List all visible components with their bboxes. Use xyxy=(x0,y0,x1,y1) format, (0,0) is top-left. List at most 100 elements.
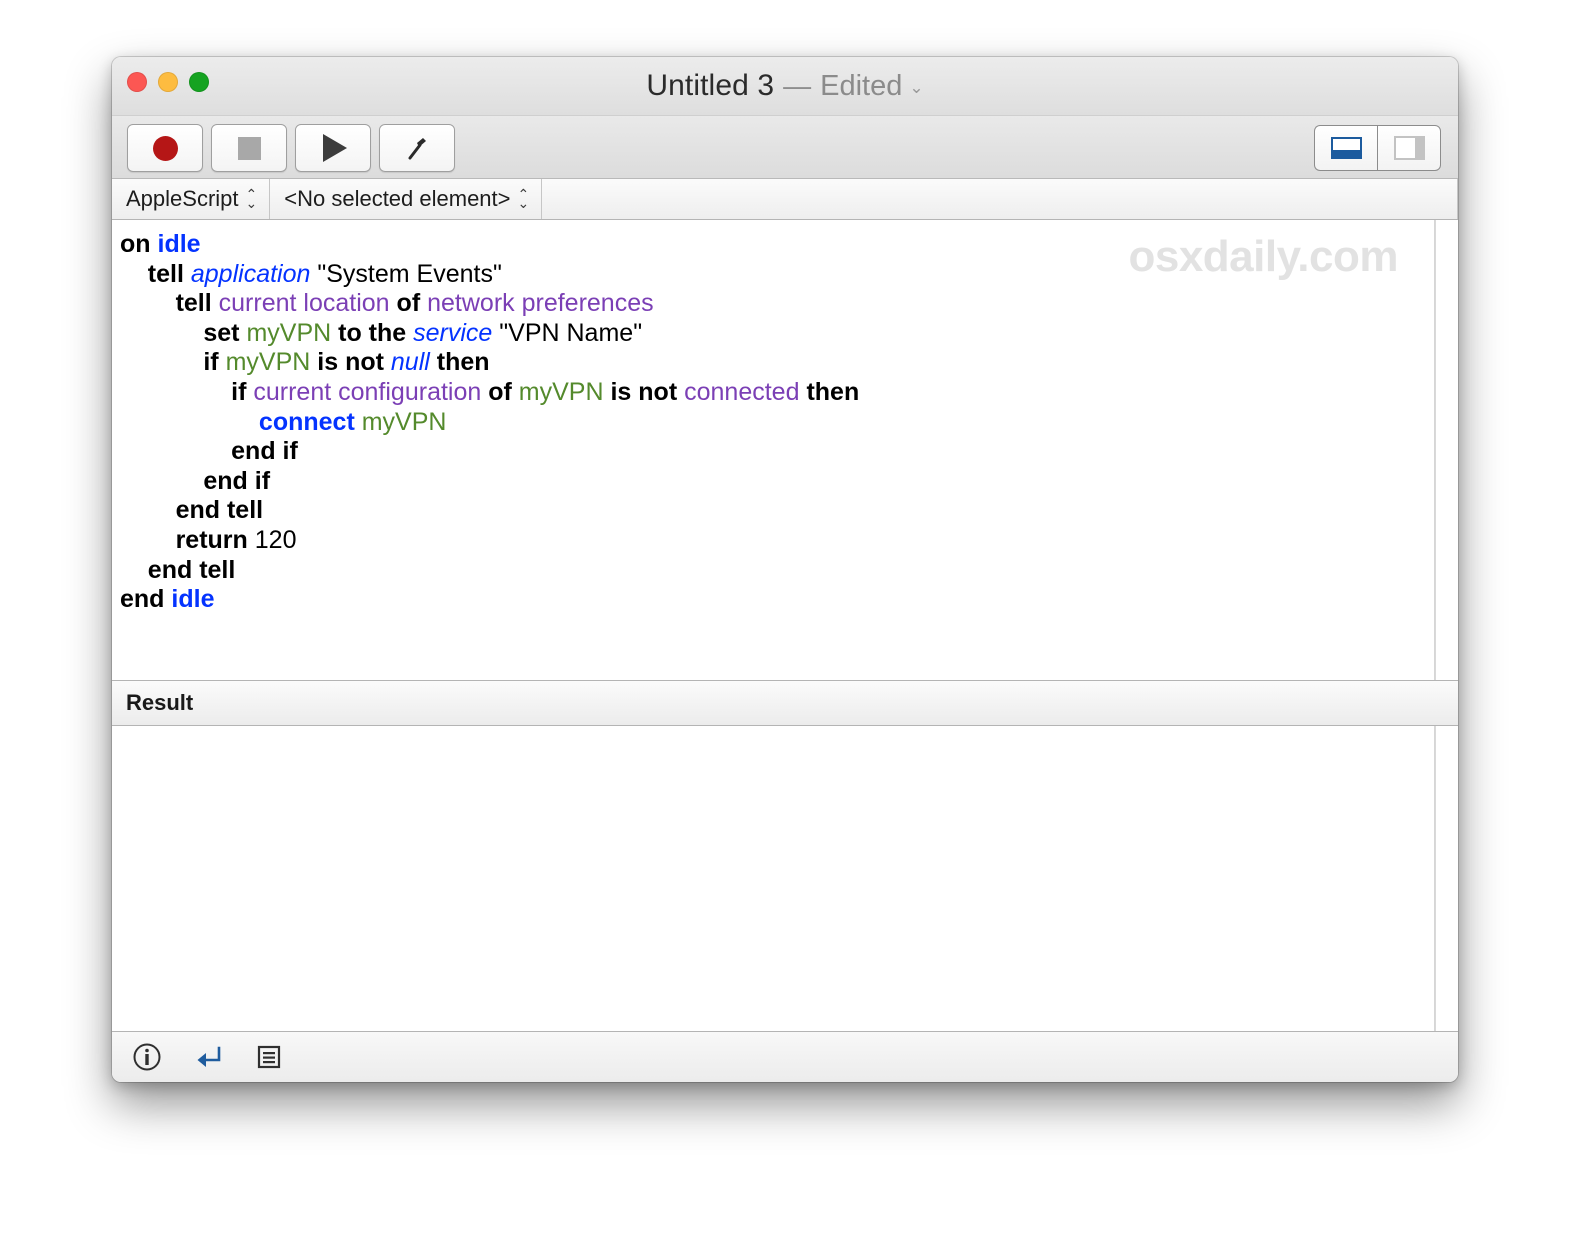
language-popup-button[interactable]: AppleScript ⌃ ⌄ xyxy=(112,179,271,219)
window-title-group: Untitled 3 — Edited ⌄ xyxy=(112,57,1458,115)
code-token: myVPN xyxy=(518,377,604,406)
code-token: tell xyxy=(147,259,184,288)
code-editor[interactable]: osxdaily.com on idle tell application "S… xyxy=(112,220,1435,680)
result-pane xyxy=(112,726,1458,1032)
run-button[interactable] xyxy=(295,124,371,172)
code-token: end if xyxy=(231,437,298,466)
result-output[interactable] xyxy=(112,726,1435,1031)
code-token: end tell xyxy=(147,555,236,584)
code-token: on xyxy=(120,230,151,258)
minimize-icon[interactable] xyxy=(158,72,178,92)
stop-button[interactable] xyxy=(211,124,287,172)
view-toggle-group xyxy=(1314,125,1441,171)
code-token: then xyxy=(436,348,490,377)
code-token: end if xyxy=(203,466,271,495)
script-editor-window: Untitled 3 — Edited ⌄ AppleScript ⌃ ⌄ <N… xyxy=(112,57,1458,1082)
element-popup-label: <No selected element> xyxy=(284,186,511,211)
window-titlebar[interactable]: Untitled 3 — Edited ⌄ xyxy=(112,57,1458,116)
record-button[interactable] xyxy=(127,124,203,172)
chevron-down-icon[interactable]: ⌄ xyxy=(909,78,923,98)
watermark: osxdaily.com xyxy=(1128,232,1398,281)
code-line: if myVPN is not null then xyxy=(120,348,1434,378)
code-token: if xyxy=(231,377,247,406)
code-token: network preferences xyxy=(427,289,654,318)
code-token: application xyxy=(190,259,311,288)
right-panel-icon xyxy=(1393,136,1425,160)
document-title: Untitled 3 xyxy=(646,69,775,102)
info-icon xyxy=(133,1043,161,1071)
code-token: idle xyxy=(157,230,201,258)
edited-status: Edited xyxy=(820,69,903,102)
toggle-right-panel-button[interactable] xyxy=(1377,125,1441,171)
code-token: is not xyxy=(610,377,678,406)
element-popup-button[interactable]: <No selected element> ⌃ ⌄ xyxy=(270,179,543,219)
stop-icon xyxy=(237,136,261,160)
window-statusbar xyxy=(112,1032,1458,1082)
code-line: end if xyxy=(120,437,1434,467)
code-token: return xyxy=(175,525,248,554)
code-token: if xyxy=(203,348,219,377)
code-token: current configuration xyxy=(253,377,482,406)
code-token: 120 xyxy=(254,525,297,554)
description-button[interactable] xyxy=(132,1042,162,1072)
record-icon xyxy=(152,135,178,161)
code-token: "System Events" xyxy=(317,259,502,288)
code-token: myVPN xyxy=(225,348,311,377)
code-token: end xyxy=(120,585,165,614)
code-line: if current configuration of myVPN is not… xyxy=(120,378,1434,408)
result-pane-title: Result xyxy=(126,690,194,715)
compile-button[interactable] xyxy=(379,124,455,172)
window-toolbar xyxy=(112,116,1458,179)
code-token: then xyxy=(806,377,860,406)
code-token: connected xyxy=(684,377,800,406)
title-separator: — xyxy=(783,70,812,101)
options-bar-filler xyxy=(542,179,1458,219)
code-token: connect xyxy=(258,407,355,436)
chevron-updown-icon: ⌃ ⌄ xyxy=(245,185,258,211)
editor-scrollbar[interactable] xyxy=(1435,220,1458,680)
code-token: "VPN Name" xyxy=(499,318,643,347)
result-button[interactable] xyxy=(192,1042,224,1072)
result-scrollbar[interactable] xyxy=(1435,726,1458,1031)
code-token: is not xyxy=(317,348,384,377)
return-arrow-icon xyxy=(197,1046,221,1067)
code-token: of xyxy=(488,377,512,406)
code-token: end tell xyxy=(175,496,264,525)
applescript-source[interactable]: on idle tell application "System Events"… xyxy=(112,230,1434,615)
traffic-light-group xyxy=(127,72,209,92)
code-token: myVPN xyxy=(246,318,332,347)
close-icon[interactable] xyxy=(127,72,147,92)
code-line: end if xyxy=(120,467,1434,497)
code-token: null xyxy=(390,348,430,377)
bottom-panel-icon xyxy=(1330,137,1362,159)
code-editor-region: osxdaily.com on idle tell application "S… xyxy=(112,220,1458,681)
toggle-bottom-panel-button[interactable] xyxy=(1314,125,1377,171)
hammer-icon xyxy=(408,138,426,160)
script-options-bar: AppleScript ⌃ ⌄ <No selected element> ⌃ … xyxy=(112,179,1458,220)
result-pane-header: Result xyxy=(112,681,1458,726)
code-line: connect myVPN xyxy=(120,408,1434,438)
code-line: set myVPN to the service "VPN Name" xyxy=(120,319,1434,349)
event-log-icon xyxy=(257,1045,281,1069)
code-token: tell xyxy=(175,289,212,318)
screenshot-root: Untitled 3 — Edited ⌄ AppleScript ⌃ ⌄ <N… xyxy=(0,0,1594,1260)
event-log-button[interactable] xyxy=(254,1042,284,1072)
code-line: end tell xyxy=(120,556,1434,586)
zoom-icon[interactable] xyxy=(189,72,209,92)
code-token: service xyxy=(413,318,493,347)
language-popup-label: AppleScript xyxy=(126,186,239,211)
code-token: to the xyxy=(338,318,407,347)
code-line: end idle xyxy=(120,585,1434,615)
code-line: end tell xyxy=(120,496,1434,526)
play-icon xyxy=(323,134,347,162)
toolbar-button-group xyxy=(127,124,455,172)
chevron-updown-icon: ⌃ ⌄ xyxy=(517,185,530,211)
